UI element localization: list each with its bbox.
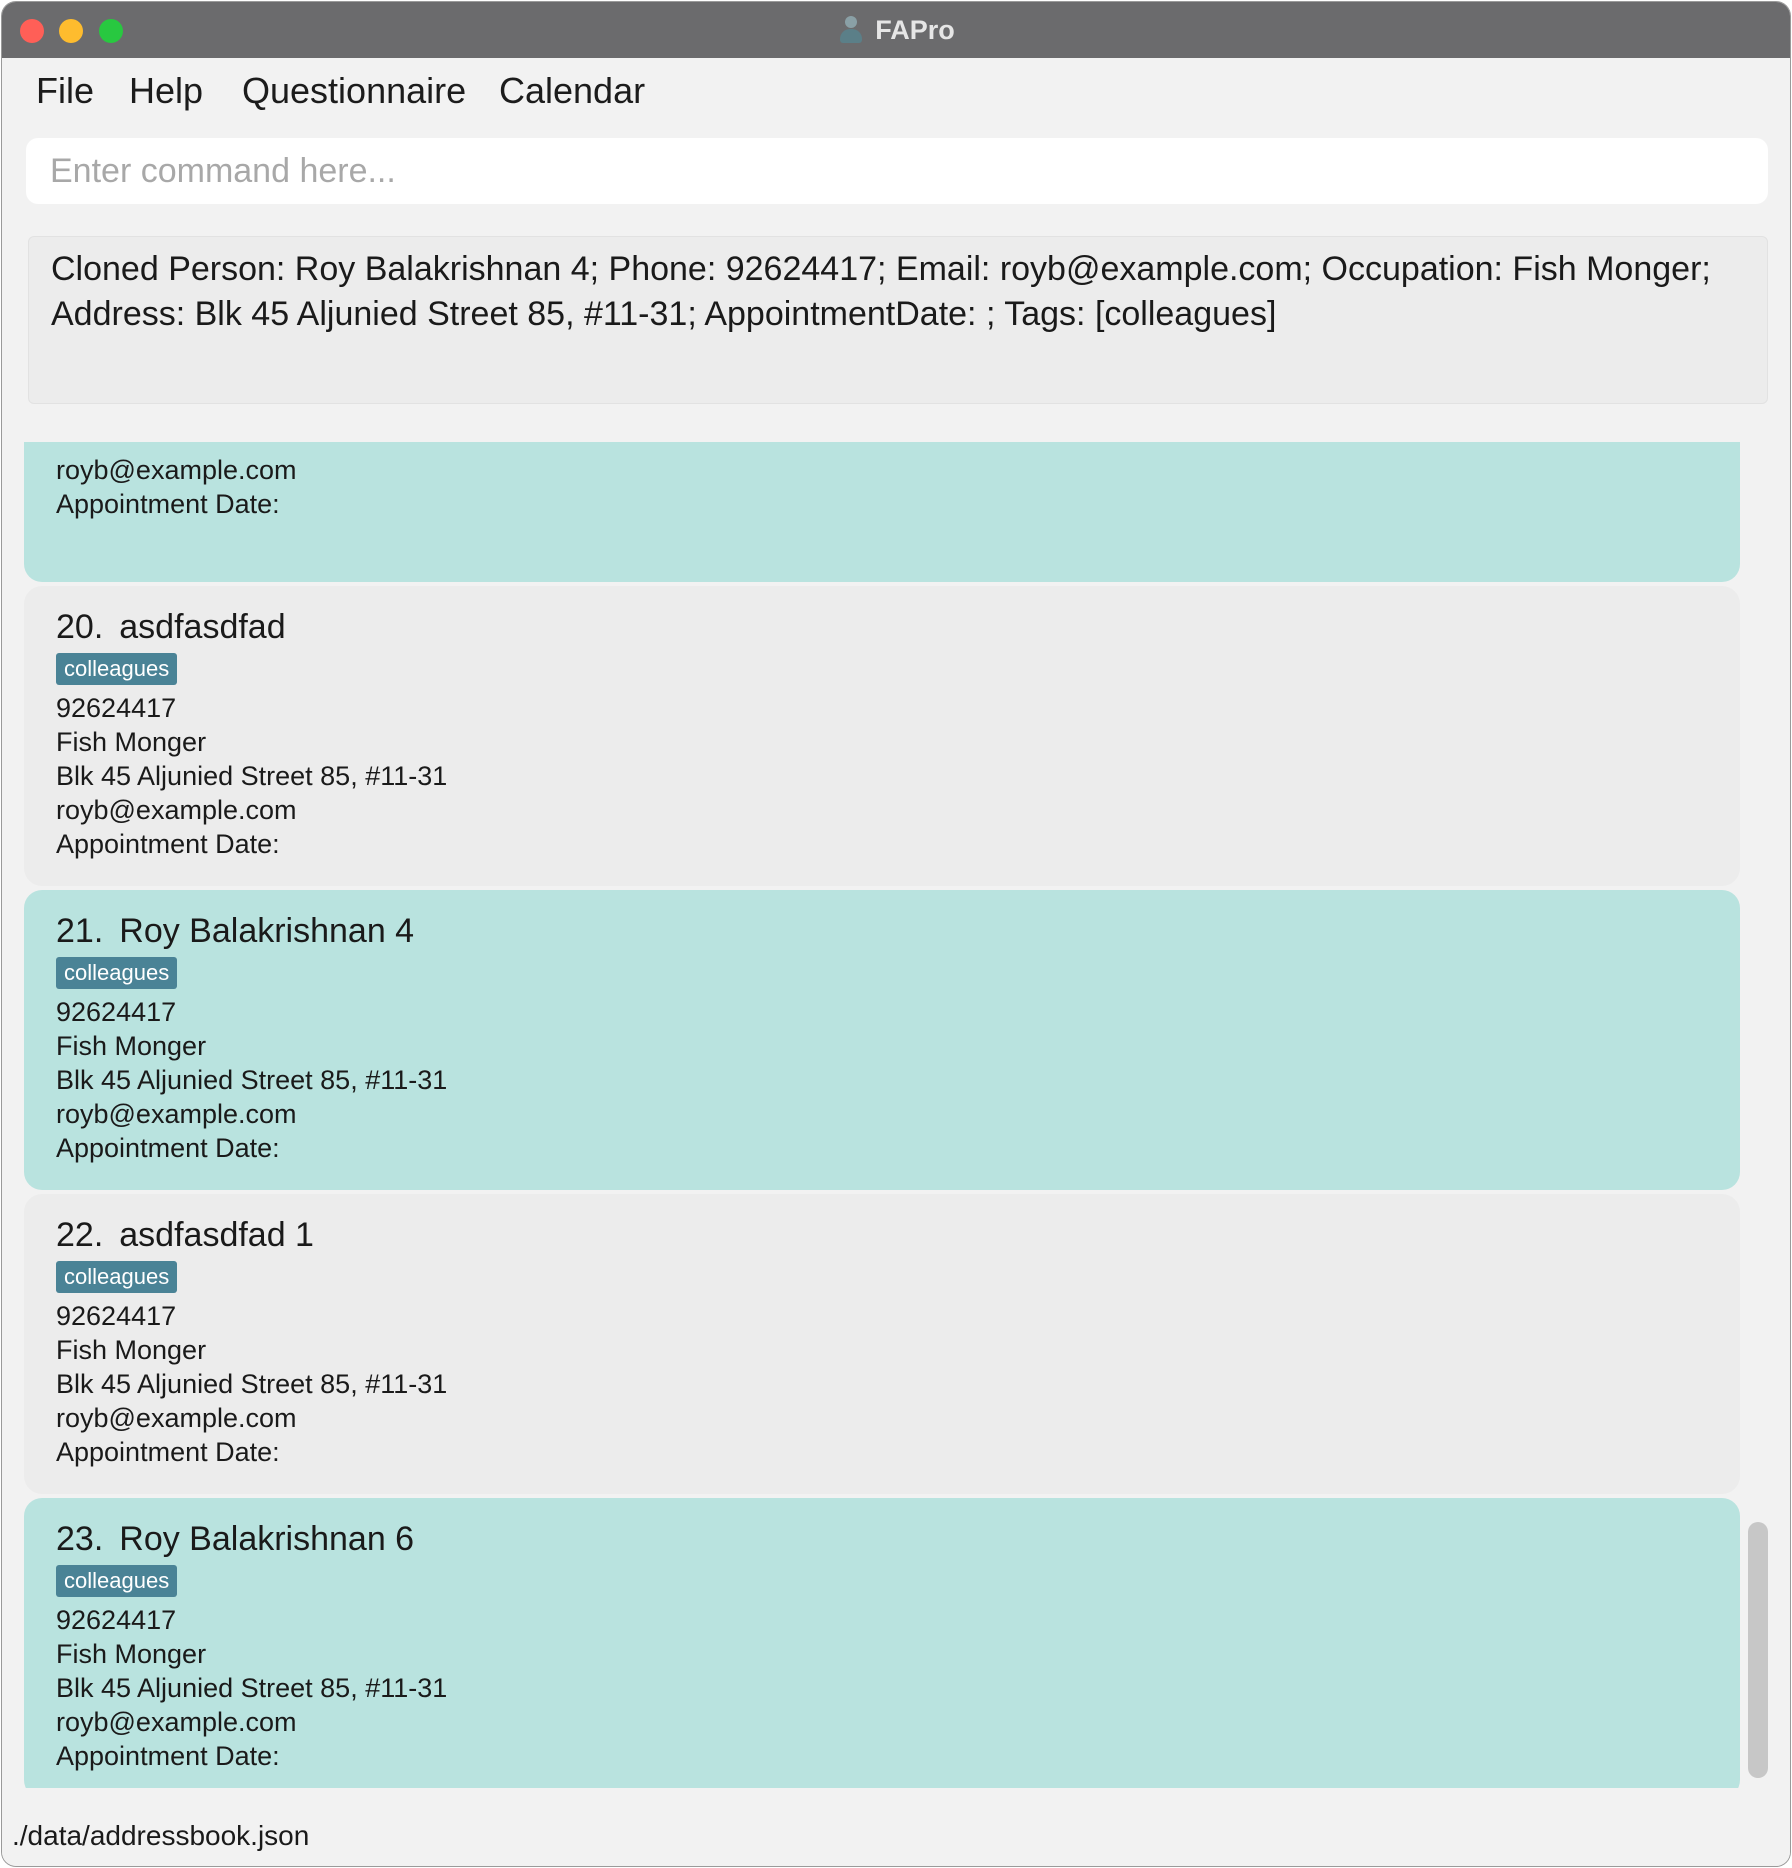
person-phone: 92624417: [56, 997, 177, 1027]
result-line-1: Cloned Person: Roy Balakrishnan 4; Phone…: [51, 250, 1711, 288]
person-card[interactable]: royb@example.com Appointment Date:: [24, 442, 1740, 582]
person-address: Blk 45 Aljunied Street 85, #11-31: [56, 1065, 448, 1095]
menu-file[interactable]: File: [36, 70, 94, 112]
person-address: Blk 45 Aljunied Street 85, #11-31: [56, 1673, 448, 1703]
person-name: 23. Roy Balakrishnan 6: [56, 1520, 414, 1559]
person-card[interactable]: 22. asdfasdfad 1 colleagues 92624417 Fish…: [24, 1194, 1740, 1494]
person-email: royb@example.com: [56, 795, 297, 825]
list-scrollbar-thumb[interactable]: [1748, 1522, 1768, 1778]
person-name: 21. Roy Balakrishnan 4: [56, 912, 414, 951]
command-box: [26, 138, 1768, 204]
person-address: Blk 45 Aljunied Street 85, #11-31: [56, 761, 448, 791]
person-card[interactable]: 20. asdfasdfad colleagues 92624417 Fish M…: [24, 586, 1740, 886]
status-bar: ./data/addressbook.json: [2, 1812, 1790, 1866]
person-name-text: asdfasdfad: [119, 608, 286, 646]
person-occupation: Fish Monger: [56, 1031, 207, 1061]
menu-questionnaire[interactable]: Questionnaire: [242, 70, 466, 112]
window-title: FAPro: [875, 14, 955, 45]
person-email: royb@example.com: [56, 1403, 297, 1433]
result-text: Cloned Person: Roy Balakrishnan 4; Phone…: [51, 247, 1745, 337]
person-appointment: Appointment Date:: [56, 829, 280, 859]
menu-calendar[interactable]: Calendar: [499, 70, 645, 112]
person-address: Blk 45 Aljunied Street 85, #11-31: [56, 1369, 448, 1399]
app-window: FAPro File Help Questionnaire Calendar C…: [2, 2, 1790, 1866]
person-appointment: Appointment Date:: [56, 1133, 280, 1163]
person-name: 20. asdfasdfad: [56, 608, 286, 647]
tag-badge: colleagues: [56, 957, 178, 989]
person-appointment: Appointment Date:: [56, 1437, 280, 1467]
person-name-text: asdfasdfad 1: [119, 1216, 314, 1254]
person-appointment: Appointment Date:: [56, 1741, 280, 1771]
menu-help[interactable]: Help: [129, 70, 203, 112]
tag-badge: colleagues: [56, 653, 178, 685]
person-index: 22.: [56, 1216, 104, 1254]
person-email: royb@example.com: [56, 455, 297, 485]
tag-badge: colleagues: [56, 1565, 178, 1597]
person-phone: 92624417: [56, 693, 177, 723]
person-card[interactable]: 21. Roy Balakrishnan 4 colleagues 9262441…: [24, 890, 1740, 1190]
person-phone: 92624417: [56, 1605, 177, 1635]
person-name: 22. asdfasdfad 1: [56, 1216, 314, 1255]
person-email: royb@example.com: [56, 1099, 297, 1129]
person-phone: 92624417: [56, 1301, 177, 1331]
menu-bar: File Help Questionnaire Calendar: [2, 58, 1790, 126]
person-icon: [837, 15, 865, 45]
person-index: 21.: [56, 912, 104, 950]
person-index: 23.: [56, 1520, 104, 1558]
person-name-text: Roy Balakrishnan 6: [119, 1520, 415, 1558]
person-name-text: Roy Balakrishnan 4: [119, 912, 415, 950]
result-line-2: Address: Blk 45 Aljunied Street 85, #11-…: [51, 295, 1277, 333]
person-appointment: Appointment Date:: [56, 489, 280, 519]
person-occupation: Fish Monger: [56, 1639, 207, 1669]
save-file-path: ./data/addressbook.json: [12, 1820, 310, 1851]
person-occupation: Fish Monger: [56, 727, 207, 757]
tag-badge: colleagues: [56, 1261, 178, 1293]
person-email: royb@example.com: [56, 1707, 297, 1737]
person-occupation: Fish Monger: [56, 1335, 207, 1365]
person-list[interactable]: royb@example.com Appointment Date: 20. as…: [24, 442, 1782, 1788]
person-card[interactable]: 23. Roy Balakrishnan 6 colleagues 9262441…: [24, 1498, 1740, 1788]
person-index: 20.: [56, 608, 104, 646]
result-display: Cloned Person: Roy Balakrishnan 4; Phone…: [28, 236, 1768, 404]
title-bar: FAPro: [2, 2, 1790, 58]
command-input[interactable]: [26, 138, 1768, 204]
